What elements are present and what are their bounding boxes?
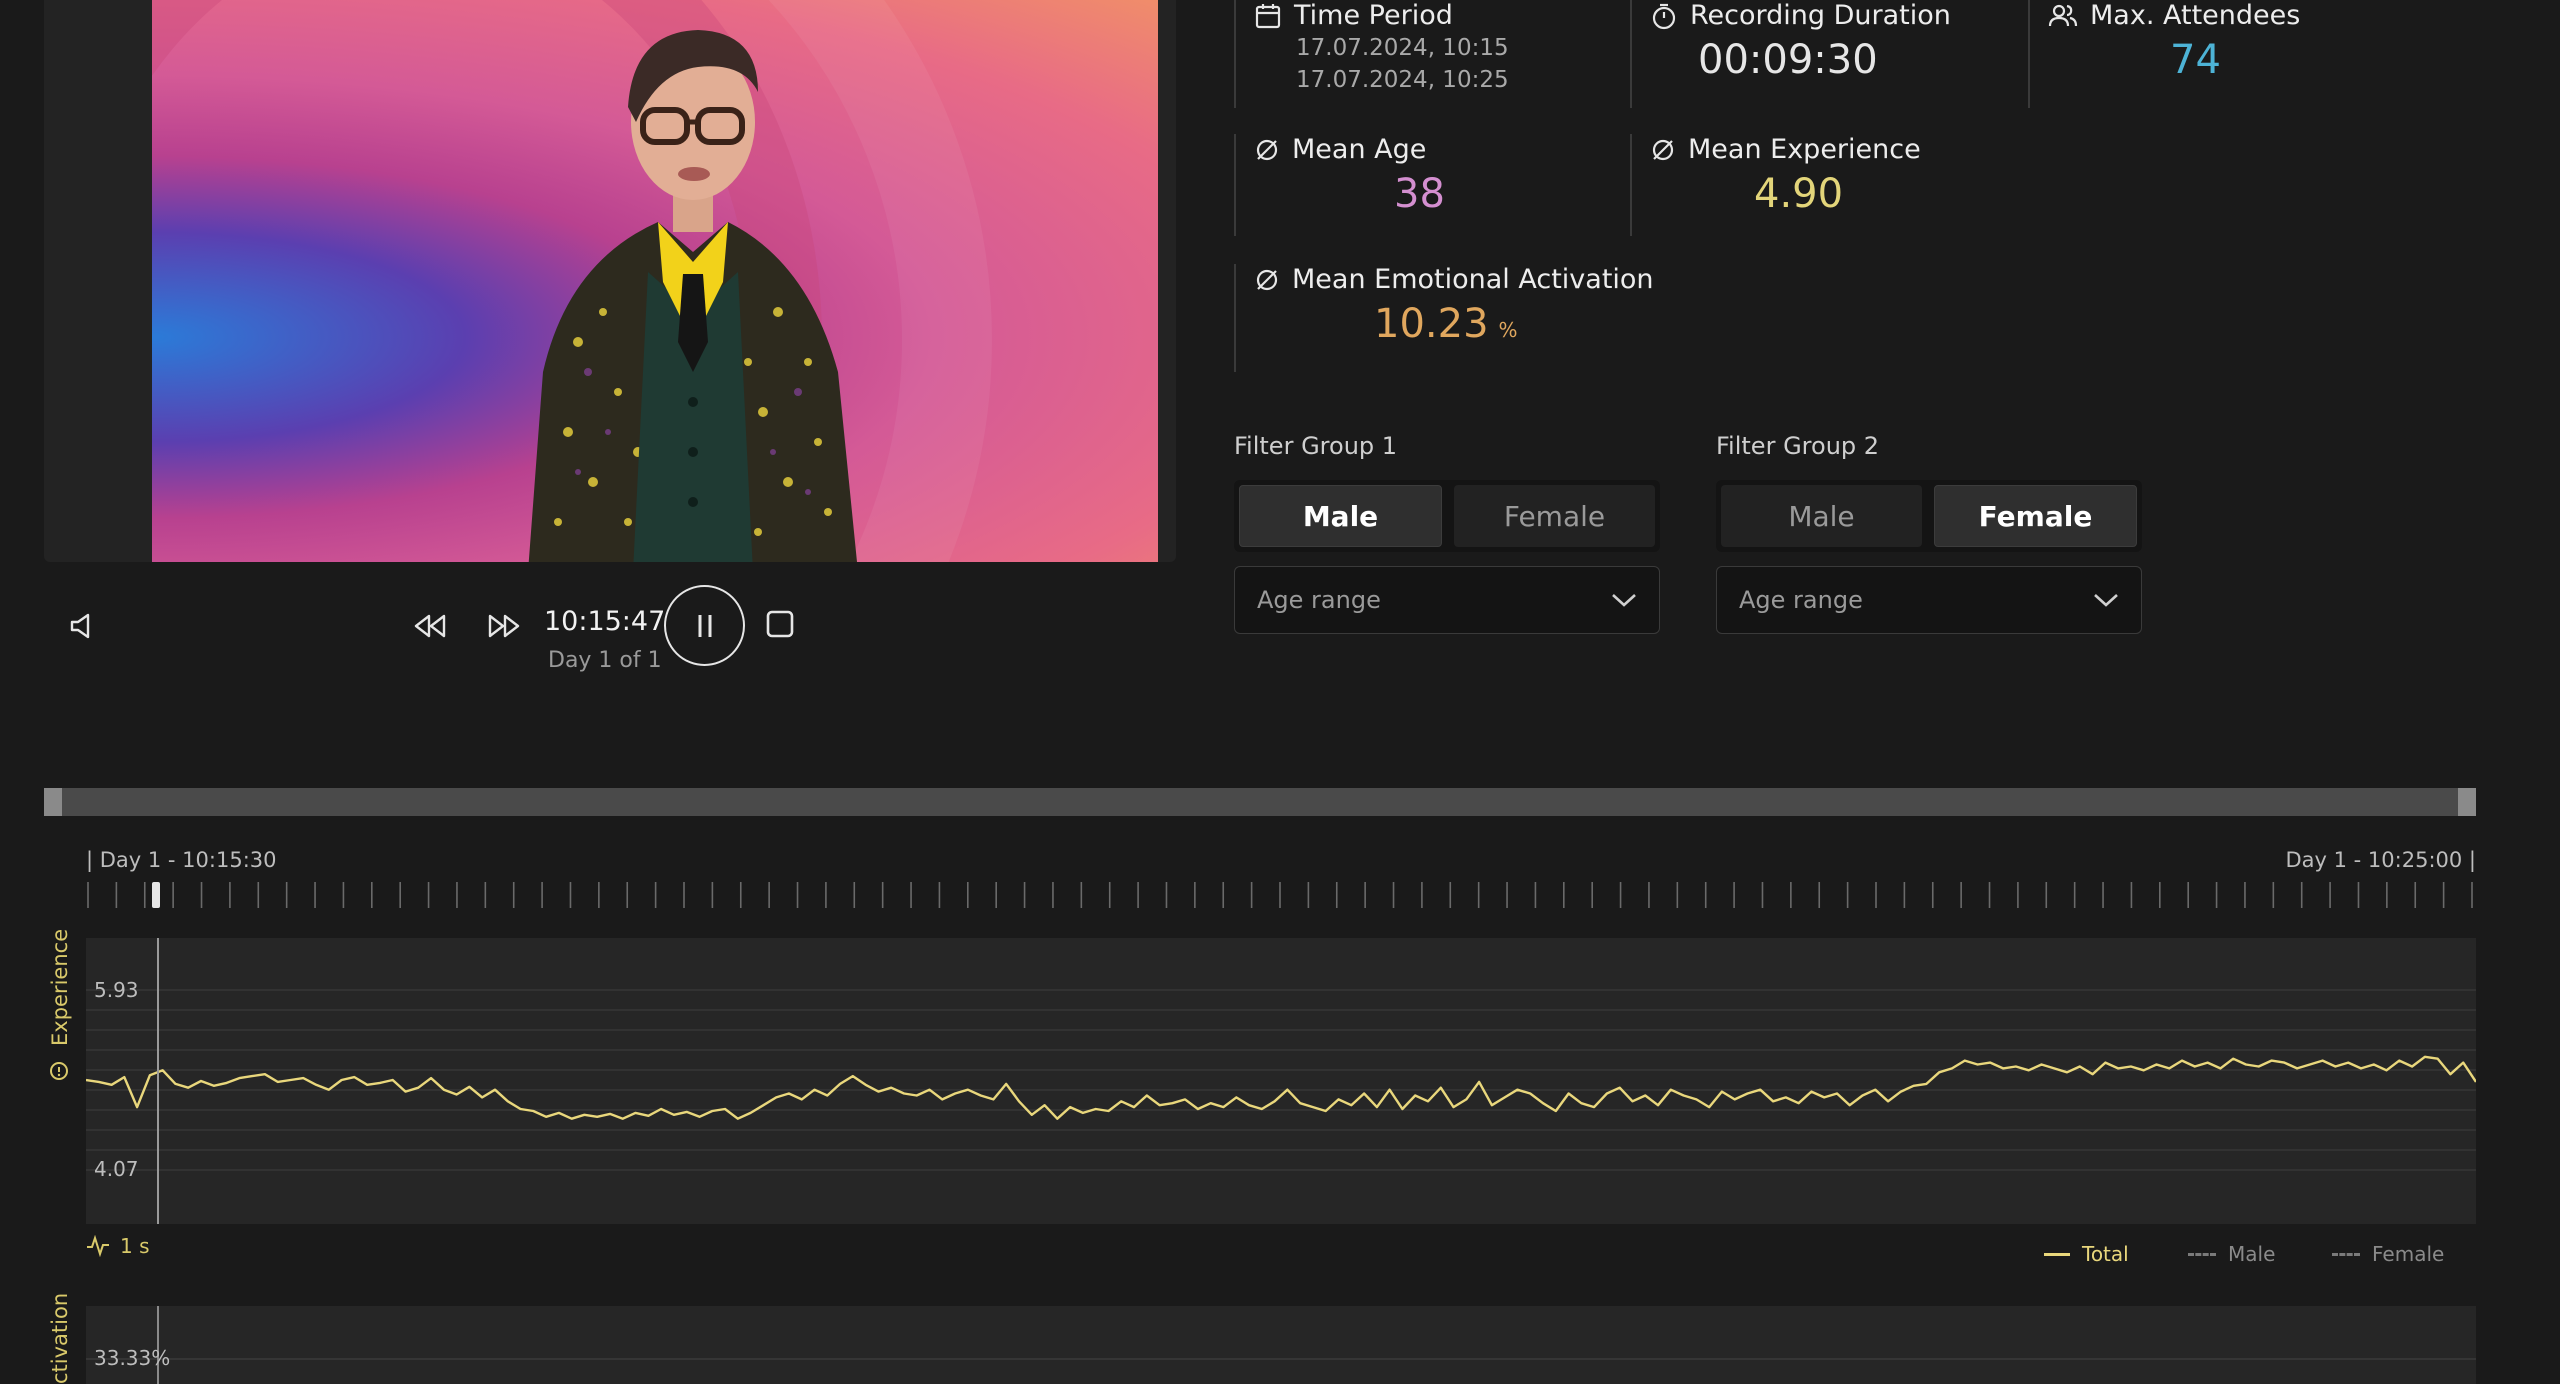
filter-group-2-label: Filter Group 2 <box>1716 432 1880 460</box>
video-frame-image <box>152 0 1158 562</box>
chevron-down-icon <box>2094 594 2118 607</box>
age-range-placeholder: Age range <box>1257 586 1381 614</box>
mean-activation-unit: % <box>1498 318 1518 342</box>
pause-button[interactable] <box>664 585 745 666</box>
max-attendees-value: 74 <box>2170 37 2221 83</box>
current-timecode: 10:15:47 <box>544 606 666 637</box>
stat-mean-emotional-activation: Mean Emotional Activation 10.23% <box>1234 264 1734 372</box>
activation-y-max-unit: % <box>151 1346 171 1370</box>
info-icon[interactable] <box>48 1060 70 1082</box>
experience-axis-title: Experience <box>48 928 72 1046</box>
stat-title-max-attendees: Max. Attendees <box>2090 0 2301 31</box>
stat-recording-duration: Recording Duration 00:09:30 <box>1630 0 2028 108</box>
legend-female-label: Female <box>2372 1242 2445 1266</box>
rewind-button[interactable] <box>408 604 452 648</box>
timeline-ticks[interactable] <box>86 880 2476 910</box>
video-player[interactable] <box>44 0 1176 562</box>
age-range-placeholder: Age range <box>1739 586 1863 614</box>
legend-male[interactable]: Male <box>2188 1242 2275 1266</box>
experience-chart[interactable]: 5.93 4.07 <box>85 938 2478 1224</box>
stat-title-time-period: Time Period <box>1294 0 1453 31</box>
legend-total-label: Total <box>2082 1242 2129 1266</box>
filter-group-1-gender-toggle: Male Female <box>1234 480 1660 552</box>
resolution-label: 1 s <box>120 1234 150 1258</box>
experience-chart-plot <box>85 938 2478 1224</box>
range-end-handle[interactable] <box>2458 788 2476 816</box>
legend-total[interactable]: Total <box>2044 1242 2129 1266</box>
volume-button[interactable] <box>62 606 102 646</box>
mean-activation-value: 10.23 <box>1374 301 1489 347</box>
timeline-playhead[interactable] <box>152 882 160 908</box>
day-indicator: Day 1 of 1 <box>548 648 662 673</box>
filter-group-2-female-button[interactable]: Female <box>1934 485 2137 547</box>
stop-icon <box>766 610 794 638</box>
time-period-end: 17.07.2024, 10:25 <box>1296 67 1509 93</box>
stat-time-period: Time Period 17.07.2024, 10:15 17.07.2024… <box>1234 0 1630 108</box>
chevron-down-icon <box>1612 594 1636 607</box>
speaker-icon <box>70 613 90 639</box>
legend-female[interactable]: Female <box>2332 1242 2444 1266</box>
speaker-figure <box>528 30 857 562</box>
activity-icon <box>87 1235 109 1257</box>
stat-max-attendees: Max. Attendees 74 <box>2028 0 2428 108</box>
stopwatch-icon <box>1652 3 1676 29</box>
stop-button[interactable] <box>762 606 798 642</box>
stat-mean-experience: Mean Experience 4.90 <box>1630 134 2028 236</box>
activation-y-max-label: 33.33 <box>94 1346 152 1370</box>
mean-age-value: 38 <box>1394 171 1445 217</box>
experience-y-min-label: 4.07 <box>94 1157 139 1181</box>
legend-male-swatch <box>2188 1252 2216 1256</box>
stat-title-mean-activation: Mean Emotional Activation <box>1292 264 1654 295</box>
average-icon <box>1256 269 1278 290</box>
filter-group-1-female-button[interactable]: Female <box>1454 485 1655 547</box>
time-period-start: 17.07.2024, 10:15 <box>1296 35 1509 61</box>
users-icon <box>2048 4 2078 26</box>
stat-title-mean-experience: Mean Experience <box>1688 134 1921 165</box>
average-icon <box>1256 139 1278 160</box>
range-start-handle[interactable] <box>44 788 62 816</box>
pause-icon <box>698 614 711 637</box>
stat-mean-age: Mean Age 38 <box>1234 134 1630 236</box>
filter-group-2-age-select[interactable]: Age range <box>1716 566 2142 634</box>
legend-male-label: Male <box>2228 1242 2276 1266</box>
timeline-end-label: Day 1 - 10:25:00 | <box>2285 848 2477 872</box>
legend-total-swatch <box>2044 1252 2070 1256</box>
rewind-icon <box>414 614 446 638</box>
legend-female-swatch <box>2332 1252 2360 1256</box>
activation-chart-plot <box>86 1306 2476 1384</box>
filter-group-1-male-button[interactable]: Male <box>1239 485 1442 547</box>
timeline-start-label: | Day 1 - 10:15:30 <box>86 848 277 872</box>
fast-forward-icon <box>488 614 520 638</box>
activation-axis-title: ctivation <box>48 1292 72 1384</box>
average-icon <box>1652 139 1674 160</box>
activation-chart[interactable]: 33.33% <box>86 1306 2476 1384</box>
calendar-icon <box>1255 3 1281 28</box>
filter-group-1-age-select[interactable]: Age range <box>1234 566 1660 634</box>
stat-title-recording-duration: Recording Duration <box>1690 0 1951 31</box>
mean-experience-value: 4.90 <box>1754 171 1844 217</box>
filter-group-2-male-button[interactable]: Male <box>1721 485 1922 547</box>
filter-group-2-gender-toggle: Male Female <box>1716 480 2142 552</box>
filter-group-1-label: Filter Group 1 <box>1234 432 1398 460</box>
timeline-range-slider[interactable] <box>44 788 2476 816</box>
fast-forward-button[interactable] <box>482 604 526 648</box>
resolution-indicator[interactable]: 1 s <box>86 1234 150 1258</box>
stat-title-mean-age: Mean Age <box>1292 134 1427 165</box>
experience-y-max-label: 5.93 <box>94 978 139 1002</box>
recording-duration-value: 00:09:30 <box>1698 37 1878 83</box>
